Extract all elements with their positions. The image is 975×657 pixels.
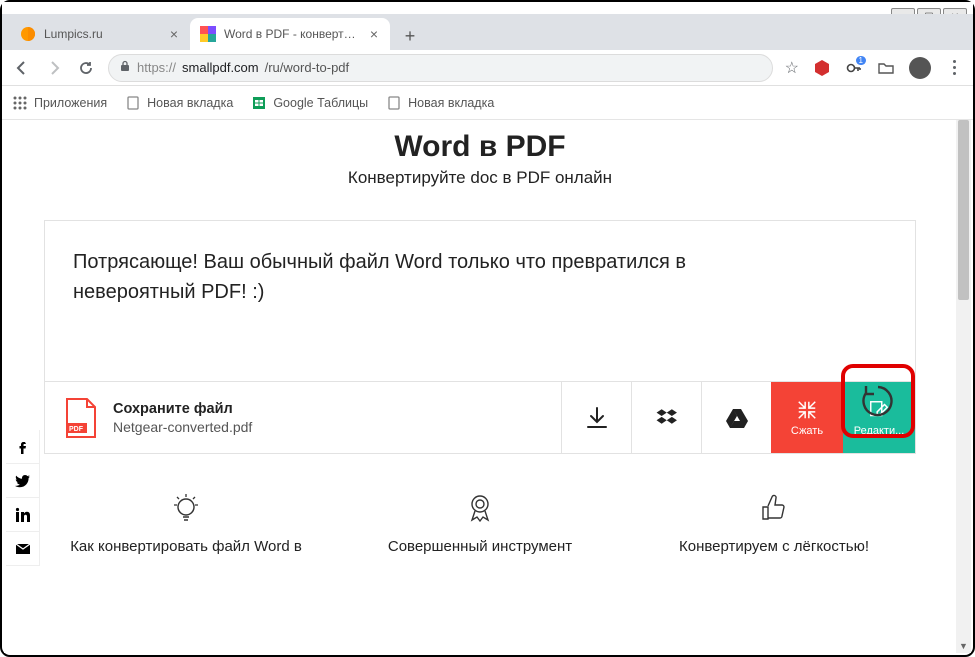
apps-grid-icon [12,95,28,111]
url-host: smallpdf.com [182,60,259,75]
extension-adblock-icon[interactable] [813,59,831,77]
bookmark-newtab[interactable]: Новая вкладка [125,95,233,111]
svg-text:PDF: PDF [69,426,84,433]
lightbulb-icon [44,488,328,528]
extension-folder-icon[interactable] [877,59,895,77]
bookmark-star-icon[interactable]: ☆ [785,58,799,78]
tab-title: Word в PDF - конвертируйте DC [224,27,362,41]
bookmark-label: Новая вкладка [147,96,233,110]
page-viewport: Word в PDF Конвертируйте doc в PDF онлай… [4,120,971,653]
toolbar-right: ☆ 1 [785,57,963,79]
tab-strip: Lumpics.ru × Word в PDF - конвертируйте … [2,14,973,50]
save-file-title: Сохраните файл [113,401,252,417]
bookmark-sheets[interactable]: Google Таблицы [251,95,368,111]
pdf-file-icon: PDF [63,397,99,439]
feature-title: Конвертируем с лёгкостью! [632,538,916,555]
download-button[interactable] [561,382,631,453]
compress-label: Сжать [791,425,823,437]
award-icon [338,488,622,528]
url-protocol: https:// [137,60,176,75]
url-field[interactable]: https:// smallpdf.com/ru/word-to-pdf [108,54,773,82]
share-twitter[interactable] [6,464,40,498]
window-titlebar: – ☐ ✕ [2,2,973,14]
google-drive-icon [724,405,750,431]
nav-forward-button[interactable] [44,58,64,78]
page-title: Word в PDF [4,130,956,164]
sheets-icon [251,95,267,111]
feature-title: Совершенный инструмент [338,538,622,555]
bookmark-label: Приложения [34,96,107,110]
annotation-highlight [841,364,915,438]
tab-close-icon[interactable]: × [368,28,380,40]
dropbox-button[interactable] [631,382,701,453]
share-linkedin[interactable] [6,498,40,532]
compress-button[interactable]: Сжать [771,382,843,453]
bookmark-label: Новая вкладка [408,96,494,110]
email-icon [15,541,31,557]
filename-label: Netgear-converted.pdf [113,419,252,435]
dropbox-icon [654,405,680,431]
features-row: Как конвертировать файл Word в Совершенн… [44,488,916,555]
download-icon [584,405,610,431]
success-message: Потрясающе! Ваш обычный файл Word только… [73,247,805,307]
browser-window: – ☐ ✕ Lumpics.ru × Word в PDF - конверти… [0,0,975,657]
menu-button[interactable] [945,60,963,75]
apps-button[interactable]: Приложения [12,95,107,111]
page-heading: Word в PDF Конвертируйте doc в PDF онлай… [4,120,956,192]
extension-key-icon[interactable]: 1 [845,59,863,77]
result-card: Потрясающе! Ваш обычный файл Word только… [44,220,916,454]
scroll-thumb[interactable] [958,120,969,300]
page-icon [125,95,141,111]
url-path: /ru/word-to-pdf [265,60,350,75]
feature-perfect: Совершенный инструмент [338,488,622,555]
save-file-section: PDF Сохраните файл Netgear-converted.pdf [45,382,561,453]
feature-easy: Конвертируем с лёгкостью! [632,488,916,555]
share-email[interactable] [6,532,40,566]
tab-smallpdf[interactable]: Word в PDF - конвертируйте DC × [190,18,390,50]
vertical-scrollbar[interactable]: ▲ ▼ [956,120,971,653]
nav-back-button[interactable] [12,58,32,78]
tab-lumpics[interactable]: Lumpics.ru × [10,18,190,50]
page-content: Word в PDF Конвертируйте doc в PDF онлай… [4,120,956,653]
action-bar: PDF Сохраните файл Netgear-converted.pdf [45,381,915,453]
scroll-down-icon[interactable]: ▼ [956,638,971,653]
feature-title: Как конвертировать файл Word в [44,538,328,555]
new-tab-button[interactable]: + [396,22,424,50]
tab-title: Lumpics.ru [44,27,162,41]
share-sidebar [6,430,40,566]
address-bar: https:// smallpdf.com/ru/word-to-pdf ☆ 1 [2,50,973,86]
bookmarks-bar: Приложения Новая вкладка Google Таблицы … [2,86,973,120]
linkedin-icon [15,507,31,523]
favicon-smallpdf-icon [200,26,216,42]
share-facebook[interactable] [6,430,40,464]
feature-howto: Как конвертировать файл Word в [44,488,328,555]
bookmark-label: Google Таблицы [273,96,368,110]
thumbs-up-icon [632,488,916,528]
favicon-lumpics-icon [20,26,36,42]
tab-close-icon[interactable]: × [168,28,180,40]
page-subtitle: Конвертируйте doc в PDF онлайн [4,168,956,188]
profile-avatar[interactable] [909,57,931,79]
nav-reload-button[interactable] [76,58,96,78]
compress-icon [796,399,818,421]
googledrive-button[interactable] [701,382,771,453]
twitter-icon [15,473,31,489]
page-icon [386,95,402,111]
bookmark-newtab2[interactable]: Новая вкладка [386,95,494,111]
lock-icon [119,60,131,75]
facebook-icon [15,439,31,455]
